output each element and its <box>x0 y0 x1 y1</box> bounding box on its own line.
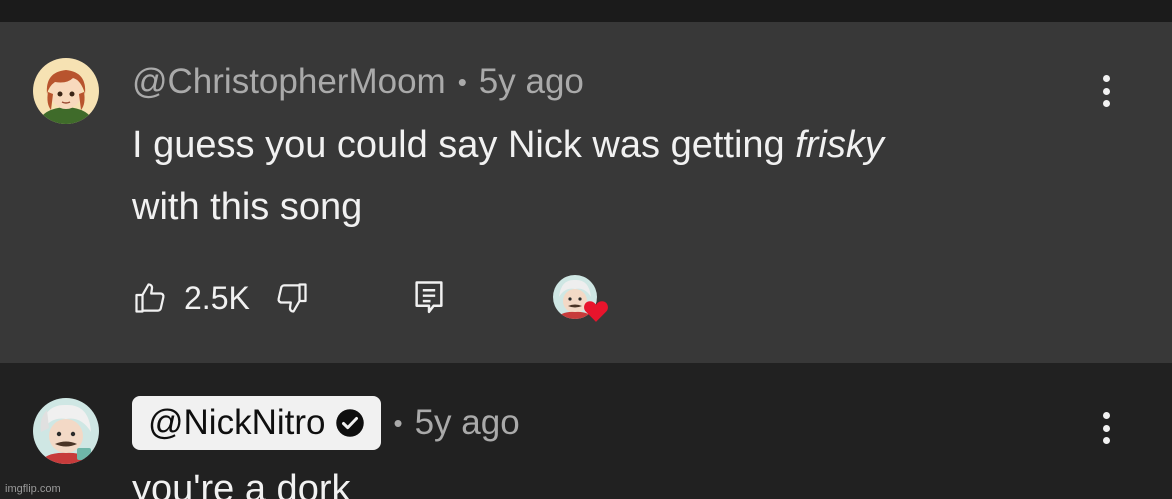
thumb-down-icon <box>277 283 307 313</box>
thumb-up-icon <box>135 283 165 313</box>
top-bar <box>0 0 1172 22</box>
comment-text-line2: with this song <box>132 186 363 228</box>
comment-actions: 2.5K <box>132 276 446 320</box>
avatar-icon <box>33 58 99 124</box>
author-name[interactable]: @ChristopherMoom <box>132 62 446 102</box>
comment-meta: @ChristopherMoom • 5y ago <box>132 62 584 102</box>
author-name: @NickNitro <box>148 403 326 442</box>
comment-text-italic: frisky <box>795 124 884 166</box>
like-button[interactable] <box>132 280 168 316</box>
comment-text-line1: I guess you could say Nick was getting f… <box>132 114 884 176</box>
commenter-avatar[interactable] <box>33 58 99 124</box>
verified-check-icon <box>336 409 365 437</box>
like-count: 2.5K <box>184 279 250 316</box>
creator-badge[interactable]: @NickNitro <box>132 396 382 450</box>
avatar-icon <box>33 398 99 464</box>
comment-text: you're a dork <box>132 468 351 499</box>
more-vert-icon[interactable] <box>1094 408 1118 448</box>
reply-icon <box>415 281 443 314</box>
comment-meta: @NickNitro • 5y ago <box>132 396 520 450</box>
comment-time[interactable]: 5y ago <box>479 62 584 102</box>
verified-badge <box>335 408 365 438</box>
dislike-button[interactable] <box>274 280 310 316</box>
comment-text-plain: I guess you could say Nick was getting <box>132 124 796 166</box>
heart-icon <box>584 301 608 322</box>
meta-separator: • <box>457 66 467 97</box>
watermark: imgflip.com <box>5 483 61 495</box>
comment-text: I guess you could say Nick was getting f… <box>132 114 884 238</box>
commenter-avatar[interactable] <box>33 398 99 464</box>
creator-heart <box>553 275 609 325</box>
more-vert-icon[interactable] <box>1094 71 1118 111</box>
comment-time[interactable]: 5y ago <box>415 403 520 443</box>
meta-separator: • <box>393 407 403 438</box>
reply-button[interactable] <box>412 279 446 317</box>
